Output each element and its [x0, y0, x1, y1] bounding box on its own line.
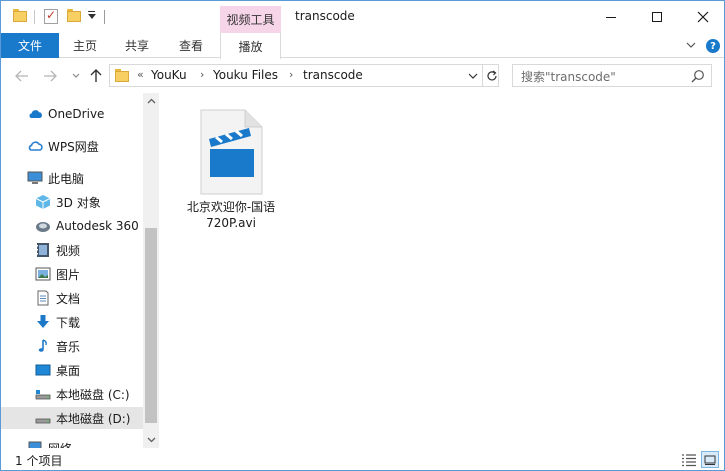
scroll-up-button[interactable] — [143, 93, 159, 109]
file-item[interactable]: 北京欢迎你-国语 720P.avi — [181, 105, 281, 235]
chevron-up-icon — [147, 98, 155, 104]
close-button[interactable] — [680, 1, 724, 33]
large-icons-view-icon — [704, 455, 716, 465]
video-file-icon — [200, 109, 263, 195]
breadcrumb-transcode[interactable]: transcode — [303, 68, 363, 82]
forward-button[interactable] — [41, 67, 59, 85]
sidebar-item-music[interactable]: 音乐 — [1, 335, 143, 357]
address-history-dropdown[interactable] — [464, 65, 482, 86]
forward-arrow-icon — [44, 70, 57, 82]
sidebar-item-wps[interactable]: WPS网盘 — [1, 135, 143, 157]
navigation-pane: OneDrive WPS网盘 此电脑 3D 对象 Autodesk 360 视频… — [1, 93, 159, 448]
sidebar-item-network[interactable]: 网络 — [1, 437, 143, 448]
breadcrumb-separator[interactable]: › — [200, 68, 204, 81]
help-button[interactable]: ? — [706, 39, 720, 53]
close-icon — [697, 11, 709, 23]
cube-icon — [35, 195, 51, 209]
video-tools-context-label: 视频工具 — [220, 6, 281, 33]
chevron-down-icon — [468, 73, 478, 79]
scrollbar-thumb[interactable] — [145, 228, 157, 423]
cloud-icon — [29, 110, 42, 118]
cloud-icon — [28, 141, 43, 151]
sidebar-item-videos[interactable]: 视频 — [1, 239, 143, 261]
search-placeholder: 搜索"transcode" — [521, 70, 616, 84]
back-button[interactable] — [13, 67, 31, 85]
breadcrumb-youku[interactable]: YouKu — [151, 68, 187, 82]
desktop-icon — [35, 364, 51, 376]
properties-check-icon[interactable]: ✓ — [44, 8, 58, 24]
folder-icon — [115, 69, 129, 82]
file-explorer-window: ✓ 视频工具 transcode 文件 主页 共享 查看 播放 ? « YouK… — [0, 0, 725, 471]
breadcrumb-separator[interactable]: › — [289, 68, 293, 81]
sidebar-item-autodesk[interactable]: Autodesk 360 — [1, 215, 143, 237]
refresh-icon — [486, 70, 497, 80]
autodesk-icon — [36, 222, 50, 232]
chevron-down-icon — [72, 73, 80, 78]
tab-share[interactable]: 共享 — [125, 33, 149, 58]
network-icon — [28, 441, 42, 448]
ribbon-tabs: 文件 主页 共享 查看 播放 ? — [1, 33, 724, 59]
sidebar-item-documents[interactable]: 文档 — [1, 287, 143, 309]
scroll-down-button[interactable] — [143, 432, 159, 448]
sidebar-item-drive-c[interactable]: 本地磁盘 (C:) — [1, 383, 143, 405]
music-icon — [38, 339, 47, 352]
folder-icon — [13, 9, 27, 22]
quick-access-customize-icon[interactable] — [87, 11, 97, 21]
minimize-icon — [606, 16, 616, 18]
file-name: 北京欢迎你-国语 720P.avi — [181, 199, 281, 231]
address-bar[interactable]: « YouKu › Youku Files › transcode — [109, 64, 499, 87]
chevron-down-icon — [147, 437, 155, 443]
navigation-bar: « YouKu › Youku Files › transcode 搜索"tra… — [1, 59, 724, 93]
sidebar-item-pictures[interactable]: 图片 — [1, 263, 143, 285]
new-folder-icon[interactable] — [67, 9, 81, 22]
document-icon — [37, 290, 49, 306]
up-arrow-icon — [90, 69, 102, 82]
sidebar-item-downloads[interactable]: 下载 — [1, 311, 143, 333]
minimize-button[interactable] — [588, 1, 634, 33]
sidebar-item-drive-d[interactable]: 本地磁盘 (D:) — [1, 407, 143, 429]
computer-icon — [27, 171, 43, 184]
up-button[interactable] — [87, 67, 105, 85]
refresh-button[interactable] — [482, 65, 500, 86]
maximize-icon — [652, 12, 662, 22]
search-icon — [691, 70, 704, 83]
details-view-icon[interactable] — [681, 453, 697, 467]
sidebar-item-3d-objects[interactable]: 3D 对象 — [1, 191, 143, 213]
navigation-scrollbar[interactable] — [143, 93, 159, 448]
sidebar-item-desktop[interactable]: 桌面 — [1, 359, 143, 381]
file-name-line-2: 720P.avi — [206, 216, 256, 230]
tab-play[interactable]: 播放 — [220, 33, 281, 59]
search-input[interactable]: 搜索"transcode" — [512, 64, 712, 87]
video-icon — [37, 243, 49, 257]
tab-view[interactable]: 查看 — [179, 33, 203, 58]
toolbar-divider — [34, 10, 35, 24]
recent-locations-button[interactable] — [67, 67, 85, 85]
breadcrumb-youku-files[interactable]: Youku Files — [213, 68, 278, 82]
sidebar-item-this-pc[interactable]: 此电脑 — [1, 167, 143, 189]
drive-icon — [35, 390, 51, 400]
status-bar: 1 个项目 — [1, 448, 724, 470]
file-name-line-1: 北京欢迎你-国语 — [186, 200, 276, 214]
tab-file[interactable]: 文件 — [1, 33, 59, 58]
picture-icon — [35, 267, 51, 281]
drive-icon — [35, 418, 51, 424]
sidebar-item-onedrive[interactable]: OneDrive — [1, 103, 143, 125]
back-arrow-icon — [15, 70, 28, 82]
toolbar-divider — [104, 10, 105, 24]
maximize-button[interactable] — [634, 1, 680, 33]
expand-ribbon-chevron-icon[interactable] — [686, 40, 696, 50]
window-title: transcode — [295, 9, 355, 23]
item-count: 1 个项目 — [15, 454, 63, 468]
file-list: 北京欢迎你-国语 720P.avi — [159, 93, 724, 448]
large-icons-view-button[interactable] — [701, 451, 719, 468]
title-bar: ✓ 视频工具 transcode — [1, 1, 724, 33]
download-icon — [37, 315, 49, 328]
breadcrumb-overflow[interactable]: « — [137, 68, 144, 81]
tab-home[interactable]: 主页 — [73, 33, 97, 58]
